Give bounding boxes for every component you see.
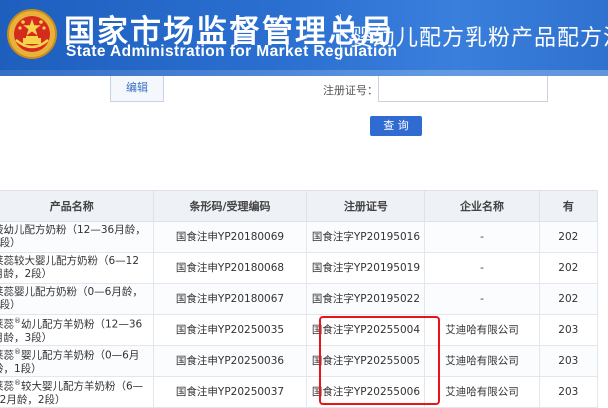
page-title: 婴幼儿配方乳粉产品配方注 bbox=[350, 26, 608, 51]
col-header-barcode: 条形码/受理编码 bbox=[152, 190, 308, 222]
table-row[interactable]: 莱蕊®婴儿配方羊奶粉（0—6月龄，1段） 国食注申YP20250036 国食注字… bbox=[0, 345, 599, 377]
table-row[interactable]: 莱蕊婴儿配方奶粉（0—6月龄，1段） 国食注申YP20180067 国食注字YP… bbox=[0, 283, 599, 315]
barcode: 国食注申YP20250037 bbox=[152, 376, 308, 408]
validity-date: 202 bbox=[538, 283, 599, 315]
validity-date: 203 bbox=[538, 345, 599, 377]
registered-mark: ® bbox=[14, 348, 21, 357]
barcode: 国食注申YP20180067 bbox=[152, 283, 308, 315]
barcode: 国食注申YP20180069 bbox=[152, 221, 308, 253]
product-name[interactable]: 莱蕊®幼儿配方羊奶粉（12—36月龄，3段） bbox=[0, 314, 154, 346]
product-name[interactable]: 莱蕊®婴儿配方羊奶粉（0—6月龄，1段） bbox=[0, 345, 154, 377]
company-name: 艾迪哈有限公司 bbox=[424, 314, 540, 346]
agency-name-en: State Administration for Market Regulati… bbox=[66, 43, 398, 60]
product-name-brand: 莱蕊 bbox=[0, 318, 14, 331]
query-button[interactable]: 查 询 bbox=[370, 116, 422, 136]
reg-no-input[interactable] bbox=[378, 76, 548, 102]
table-header-row: 产品名称 条形码/受理编码 注册证号 企业名称 有 bbox=[0, 190, 599, 222]
company-name: - bbox=[424, 283, 540, 315]
reg-no: 国食注字YP20255006 bbox=[306, 376, 426, 408]
company-name: 艾迪哈有限公司 bbox=[424, 376, 540, 408]
validity-date: 203 bbox=[538, 376, 599, 408]
barcode: 国食注申YP20180068 bbox=[152, 252, 308, 284]
edit-button[interactable]: 编辑 bbox=[110, 76, 164, 102]
product-name[interactable]: 莱蕊®较大婴儿配方羊奶粉（6—12月龄，2段） bbox=[0, 376, 154, 408]
national-emblem-icon bbox=[7, 9, 57, 59]
header-banner: 国家市场监督管理总局 State Administration for Mark… bbox=[0, 0, 608, 76]
reg-no: 国食注字YP20255004 bbox=[306, 314, 426, 346]
reg-no: 国食注字YP20195019 bbox=[306, 252, 426, 284]
header-divider bbox=[340, 14, 341, 60]
col-header-company: 企业名称 bbox=[424, 190, 540, 222]
validity-date: 202 bbox=[538, 221, 599, 253]
reg-no: 国食注字YP20255005 bbox=[306, 345, 426, 377]
table-row[interactable]: 菠幼儿配方奶粉（12—36月龄，3段） 国食注申YP20180069 国食注字Y… bbox=[0, 221, 599, 253]
col-header-product-name: 产品名称 bbox=[0, 190, 154, 222]
validity-date: 203 bbox=[538, 314, 599, 346]
results-table: 产品名称 条形码/受理编码 注册证号 企业名称 有 菠幼儿配方奶粉（12—36月… bbox=[0, 190, 599, 408]
table-row[interactable]: 莱蕊®较大婴儿配方羊奶粉（6—12月龄，2段） 国食注申YP20250037 国… bbox=[0, 376, 599, 408]
product-name-desc: 婴儿配方羊奶粉（0—6月龄，1段） bbox=[0, 349, 140, 375]
reg-no: 国食注字YP20195022 bbox=[306, 283, 426, 315]
reg-no: 国食注字YP20195016 bbox=[306, 221, 426, 253]
reg-no-label: 注册证号： bbox=[323, 84, 378, 97]
table-row[interactable]: 莱蕊®幼儿配方羊奶粉（12—36月龄，3段） 国食注申YP20250035 国食… bbox=[0, 314, 599, 346]
col-header-validity: 有 bbox=[538, 190, 599, 222]
company-name: 艾迪哈有限公司 bbox=[424, 345, 540, 377]
barcode: 国食注申YP20250035 bbox=[152, 314, 308, 346]
col-header-reg-no: 注册证号 bbox=[306, 190, 426, 222]
product-name-desc: 较大婴儿配方羊奶粉（6—12月龄，2段） bbox=[0, 380, 144, 406]
product-name[interactable]: 莱蕊较大婴儿配方奶粉（6—12月龄，2段） bbox=[0, 252, 154, 284]
barcode: 国食注申YP20250036 bbox=[152, 345, 308, 377]
product-name[interactable]: 菠幼儿配方奶粉（12—36月龄，3段） bbox=[0, 221, 154, 253]
company-name: - bbox=[424, 221, 540, 253]
registered-mark: ® bbox=[14, 379, 21, 388]
product-name[interactable]: 莱蕊婴儿配方奶粉（0—6月龄，1段） bbox=[0, 283, 154, 315]
table-row[interactable]: 莱蕊较大婴儿配方奶粉（6—12月龄，2段） 国食注申YP20180068 国食注… bbox=[0, 252, 599, 284]
product-name-brand: 莱蕊 bbox=[0, 349, 14, 362]
company-name: - bbox=[424, 252, 540, 284]
product-name-brand: 莱蕊 bbox=[0, 380, 14, 393]
validity-date: 202 bbox=[538, 252, 599, 284]
product-name-desc: 幼儿配方羊奶粉（12—36月龄，3段） bbox=[0, 318, 143, 344]
registered-mark: ® bbox=[14, 317, 21, 326]
